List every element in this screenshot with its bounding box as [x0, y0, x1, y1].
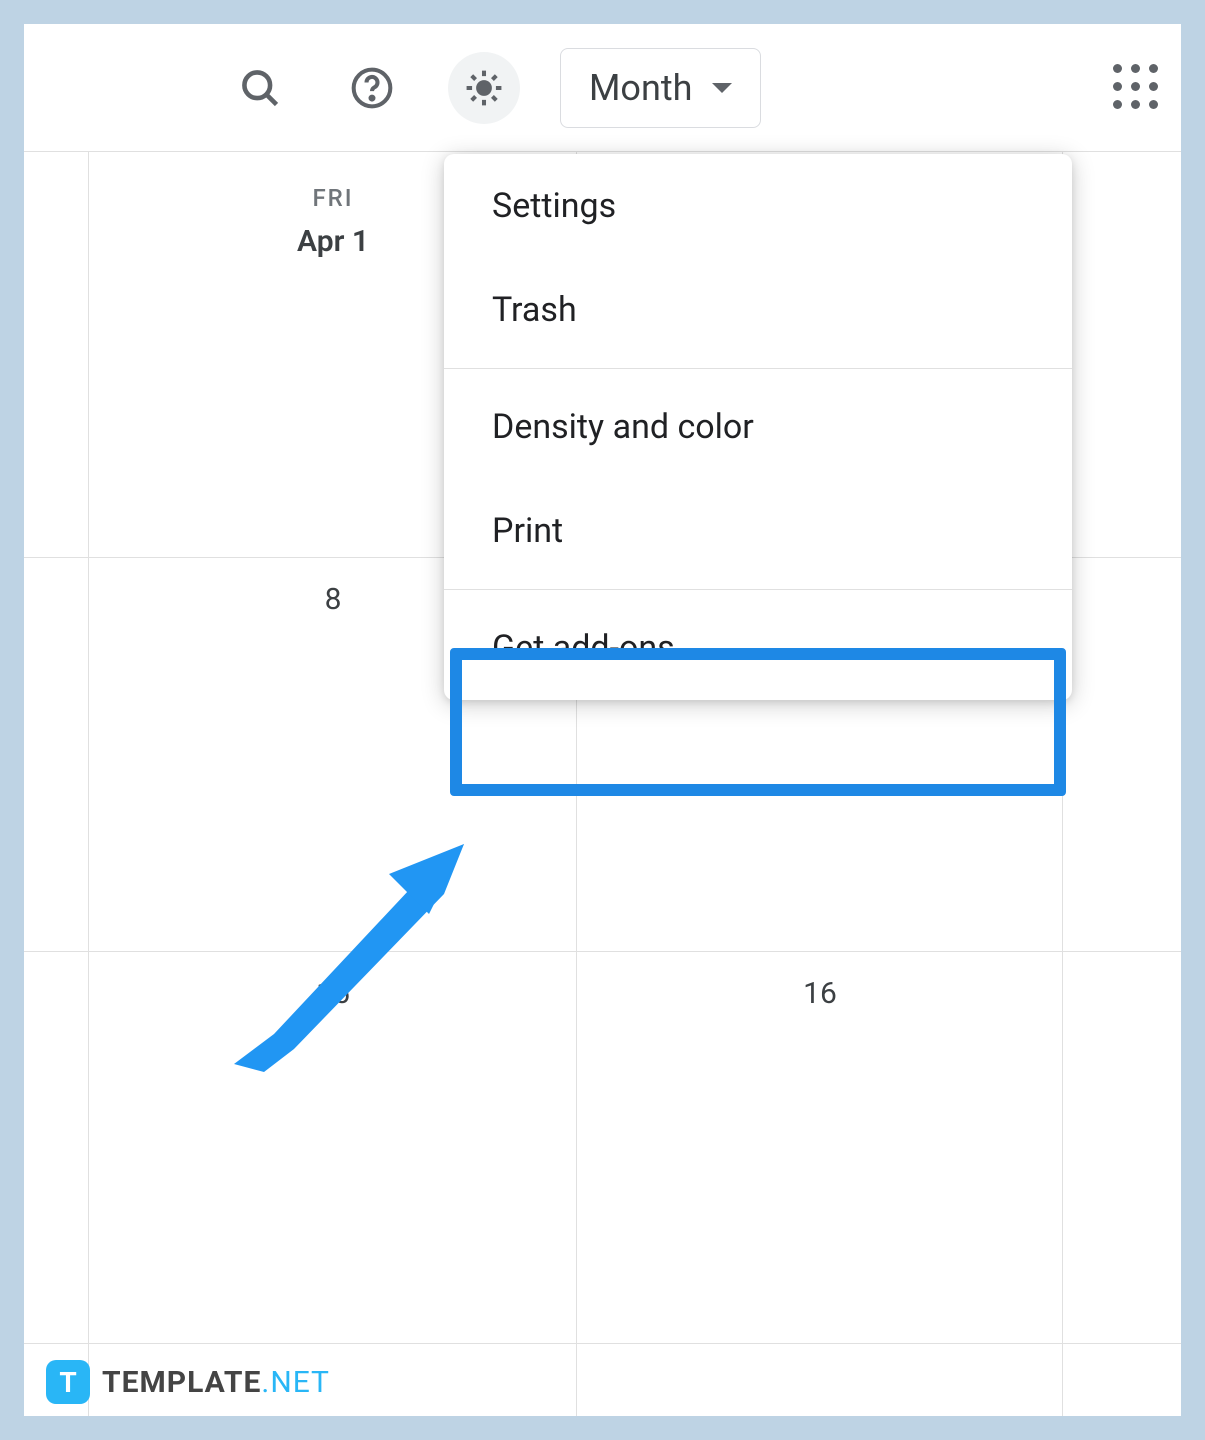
app-frame: Month FRI Apr 1 8 15 16 Sett: [24, 24, 1181, 1416]
view-label: Month: [589, 67, 692, 109]
settings-dropdown: Settings Trash Density and color Print G…: [444, 154, 1072, 700]
menu-item-density[interactable]: Density and color: [444, 375, 1072, 479]
day-number: 16: [803, 976, 837, 1011]
apps-button[interactable]: [1113, 64, 1161, 112]
help-button[interactable]: [336, 52, 408, 124]
view-selector[interactable]: Month: [560, 48, 761, 128]
menu-item-print[interactable]: Print: [444, 479, 1072, 583]
menu-item-settings[interactable]: Settings: [444, 154, 1072, 258]
watermark: T TEMPLATE.NET: [46, 1360, 330, 1404]
settings-button[interactable]: [448, 52, 520, 124]
menu-divider: [444, 368, 1072, 369]
arrow-annotation: [214, 804, 494, 1084]
menu-divider: [444, 589, 1072, 590]
day-number: 8: [325, 582, 342, 617]
chevron-down-icon: [712, 83, 732, 93]
watermark-logo: T: [46, 1360, 90, 1404]
calendar-cell[interactable]: 16: [577, 952, 1063, 1011]
menu-item-get-addons[interactable]: Get add-ons: [444, 596, 1072, 700]
search-button[interactable]: [224, 52, 296, 124]
gear-icon: [462, 66, 506, 110]
watermark-text: TEMPLATE.NET: [102, 1365, 330, 1400]
search-icon: [238, 66, 282, 110]
help-icon: [350, 66, 394, 110]
menu-item-trash[interactable]: Trash: [444, 258, 1072, 362]
toolbar: Month: [24, 24, 1181, 152]
